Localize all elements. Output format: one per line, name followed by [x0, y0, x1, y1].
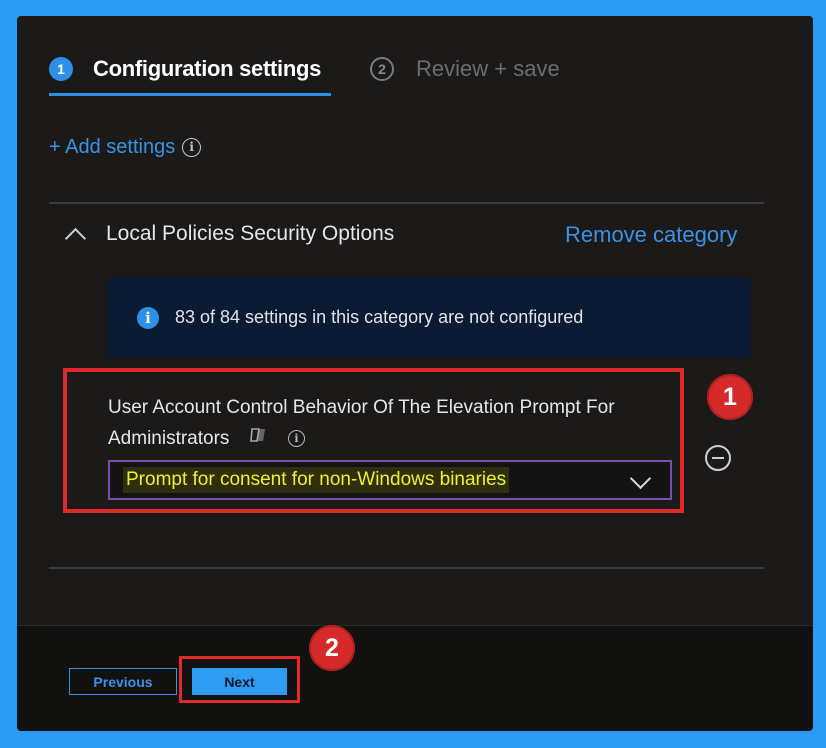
- setting-label-text: User Account Control Behavior Of The Ele…: [108, 397, 615, 449]
- setting-value-dropdown[interactable]: Prompt for consent for non-Windows binar…: [108, 460, 672, 500]
- step-review-save[interactable]: 2 Review + save: [370, 56, 560, 82]
- add-settings-link[interactable]: + Add settings i: [49, 136, 202, 159]
- info-filled-icon: i: [137, 306, 159, 329]
- category-header[interactable]: Local Policies Security Options: [64, 222, 395, 250]
- info-icon[interactable]: i: [182, 138, 202, 157]
- previous-button[interactable]: Previous: [69, 668, 177, 695]
- active-step-underline: [49, 93, 331, 96]
- chevron-down-icon: [629, 467, 652, 490]
- annotation-badge-2: 2: [309, 625, 355, 671]
- annotation-badge-1: 1: [707, 374, 753, 420]
- category-title: Local Policies Security Options: [106, 222, 395, 245]
- step-1-label: Configuration settings: [93, 56, 322, 81]
- info-banner-text: 83 of 84 settings in this category are n…: [175, 307, 584, 327]
- dropdown-selected-value: Prompt for consent for non-Windows binar…: [123, 467, 510, 493]
- copilot-icon[interactable]: [249, 423, 269, 454]
- setting-label: User Account Control Behavior Of The Ele…: [108, 392, 668, 454]
- remove-setting-icon[interactable]: [705, 445, 731, 471]
- divider: [49, 567, 764, 569]
- step-1-number: 1: [49, 57, 73, 81]
- add-settings-label: + Add settings: [49, 136, 176, 158]
- remove-category-link[interactable]: Remove category: [565, 222, 737, 248]
- step-configuration-settings[interactable]: 1 Configuration settings: [49, 56, 321, 82]
- info-icon[interactable]: i: [287, 430, 305, 448]
- chevron-up-icon[interactable]: [64, 227, 87, 250]
- step-2-label: Review + save: [416, 56, 560, 81]
- step-2-number: 2: [370, 57, 394, 81]
- divider: [49, 202, 764, 204]
- next-button[interactable]: Next: [192, 668, 287, 695]
- info-banner: i 83 of 84 settings in this category are…: [108, 277, 750, 358]
